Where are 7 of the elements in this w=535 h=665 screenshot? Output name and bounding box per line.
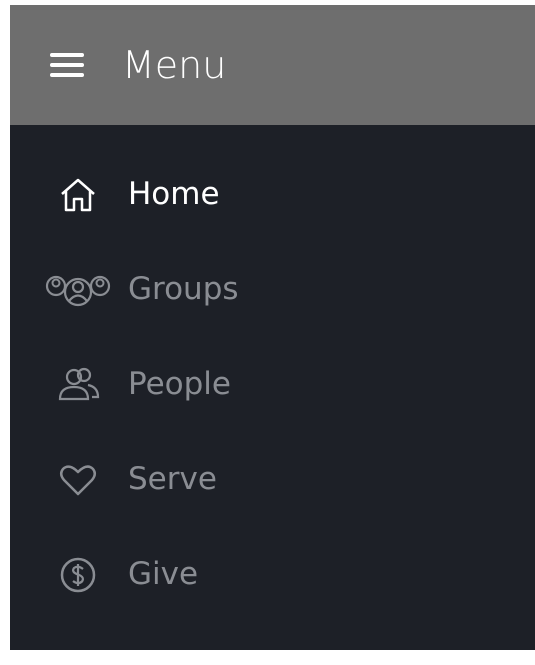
menu-item[interactable]: Serve (10, 432, 535, 527)
menu-item[interactable]: Home (10, 147, 535, 242)
menu-item[interactable]: Give (10, 527, 535, 622)
menu-item[interactable]: People (10, 337, 535, 432)
menu-icon[interactable] (50, 52, 84, 78)
menu-title: Menu (122, 42, 226, 88)
menu-item[interactable]: Groups (10, 242, 535, 337)
